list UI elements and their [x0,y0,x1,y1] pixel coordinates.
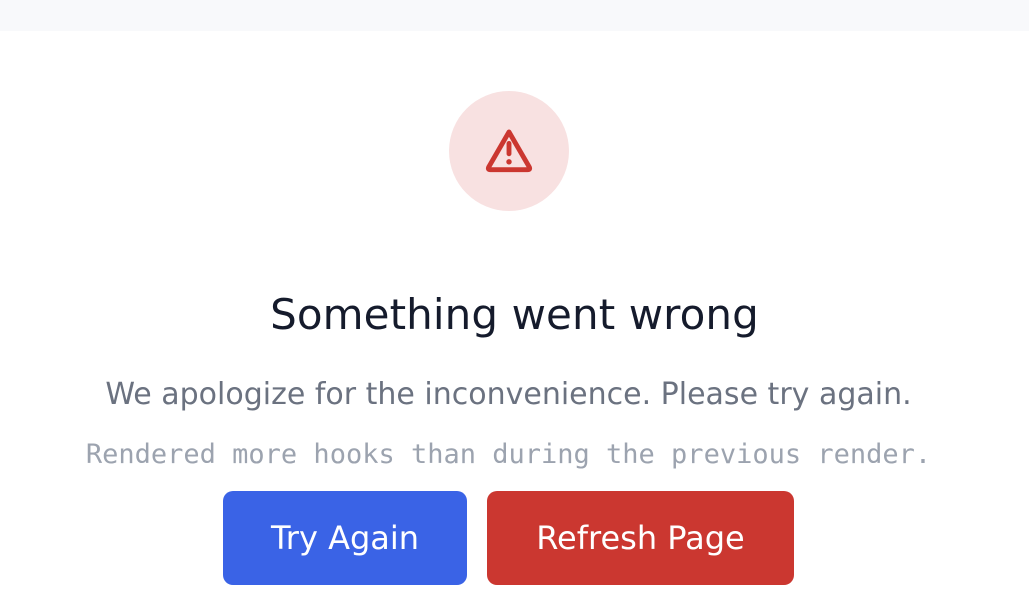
error-state: Something went wrong We apologize for th… [0,31,1029,592]
error-icon-container [449,91,569,211]
error-title: Something went wrong [270,290,759,340]
error-actions: Try Again Refresh Page [223,491,794,585]
error-details: Rendered more hooks than during the prev… [85,439,932,470]
warning-triangle-icon [485,129,533,173]
error-message: We apologize for the inconvenience. Plea… [105,377,912,412]
refresh-page-button[interactable]: Refresh Page [487,491,794,585]
top-strip [0,0,1029,31]
try-again-button[interactable]: Try Again [223,491,467,585]
